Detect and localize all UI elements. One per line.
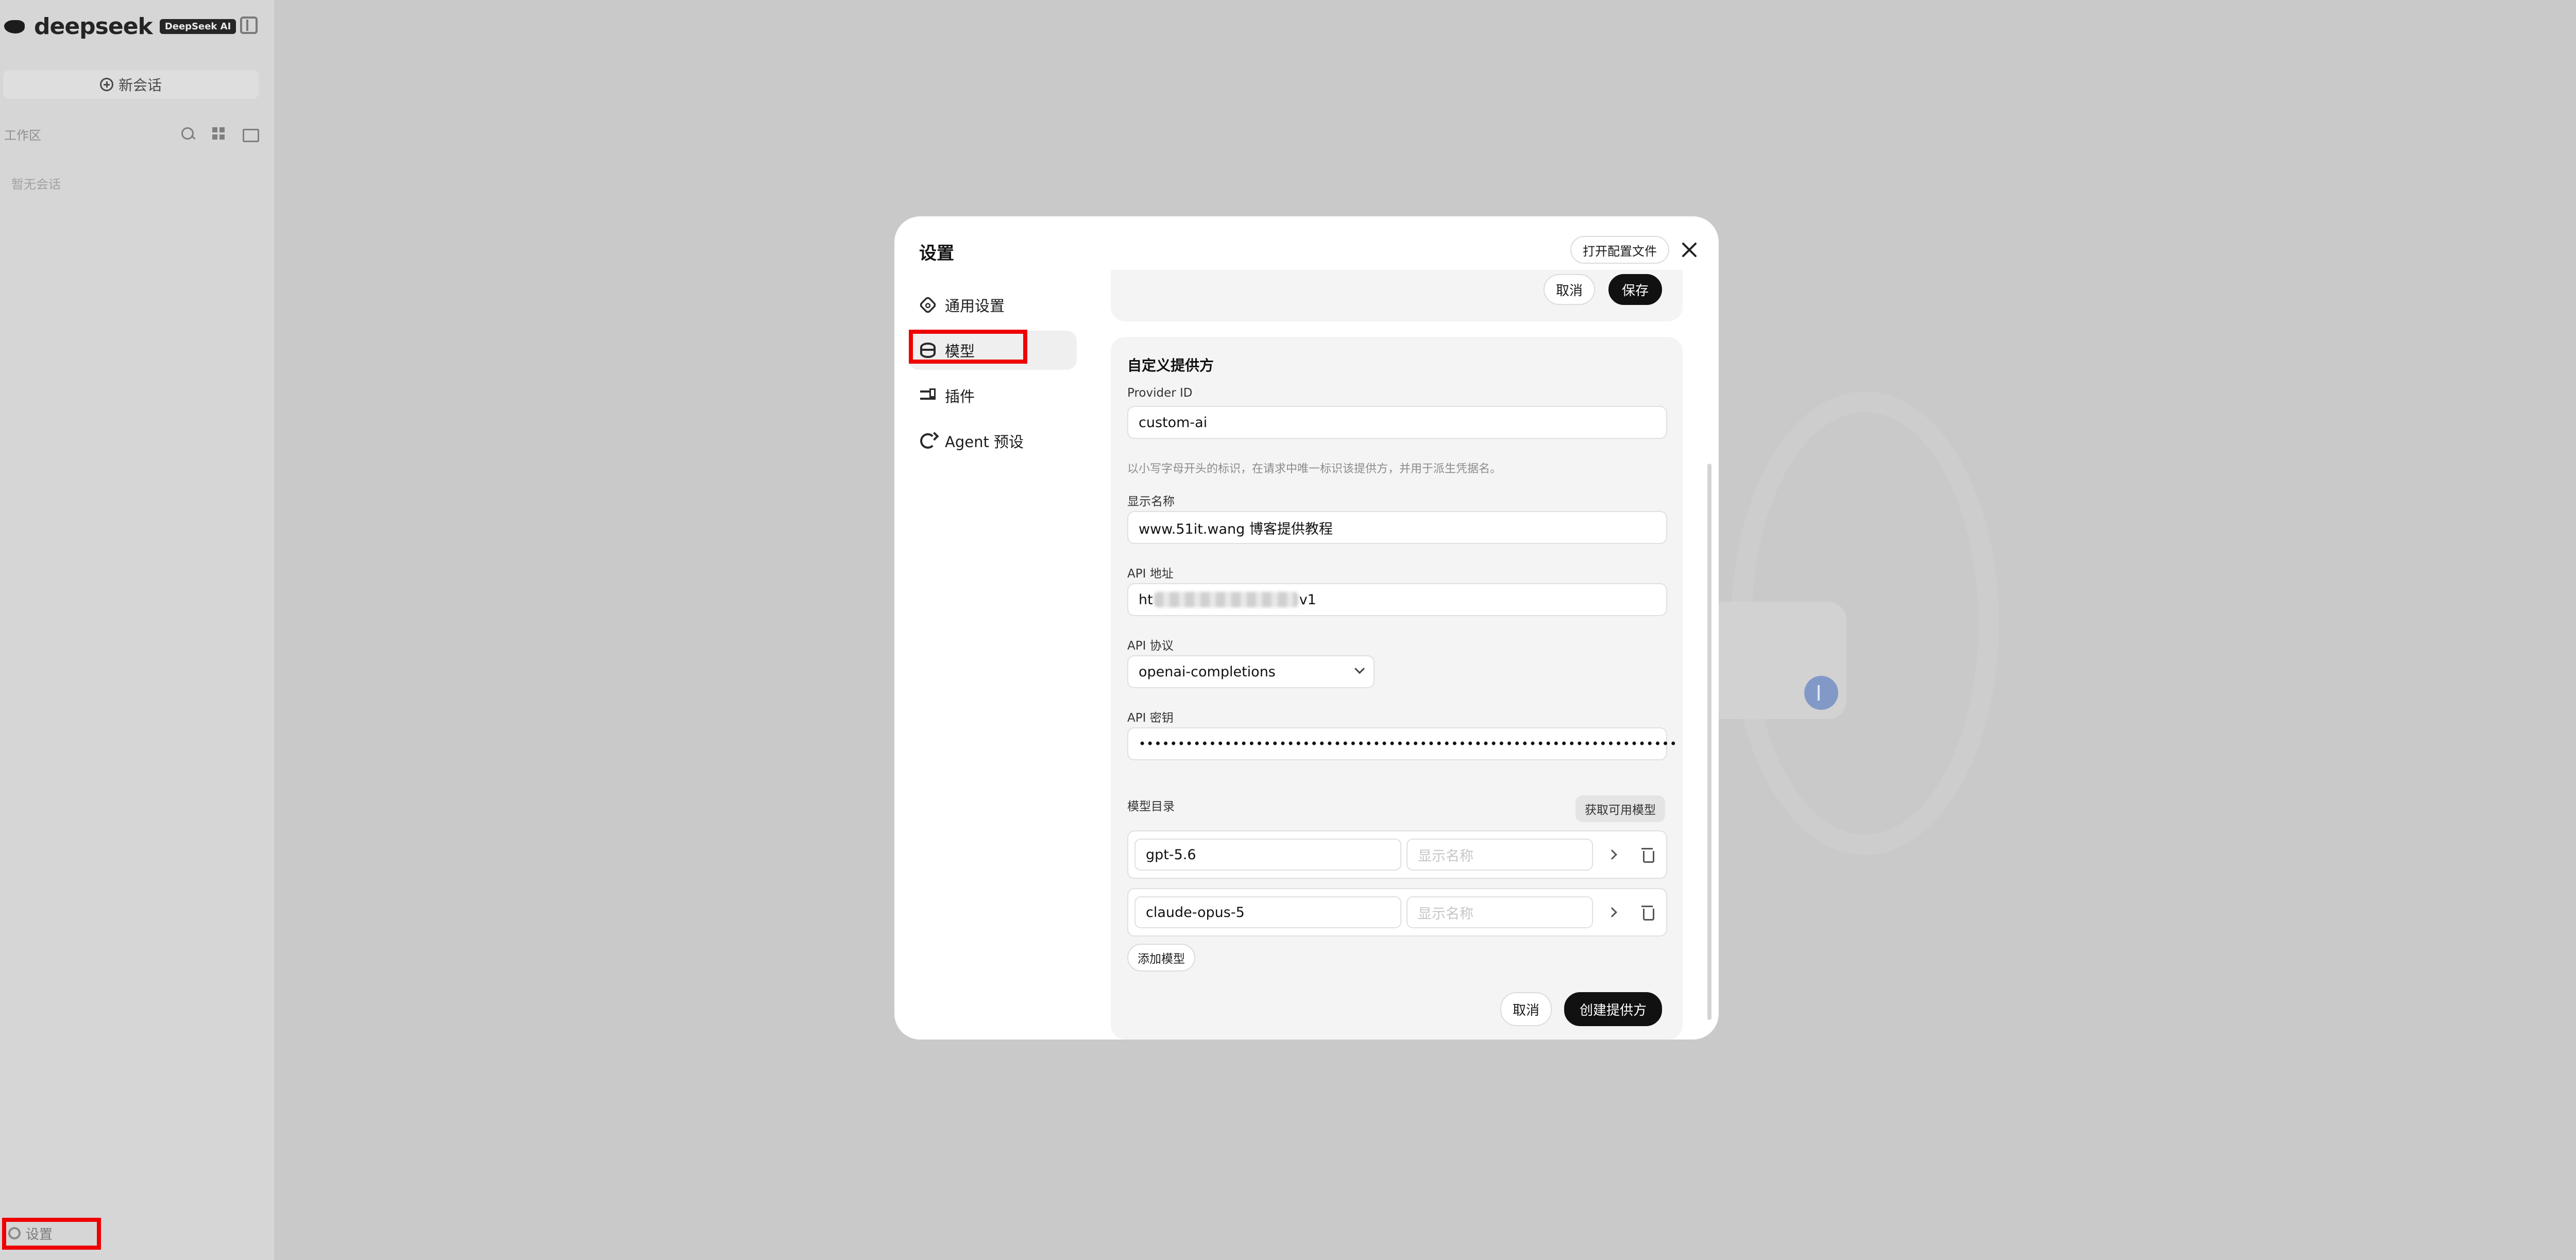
empty-chats-text: 暂无会话 xyxy=(11,177,61,192)
model-row: gpt-5.6 显示名称 xyxy=(1127,830,1667,879)
api-protocol-select[interactable]: openai-completions xyxy=(1127,655,1375,688)
nav-item-plugins[interactable]: 插件 xyxy=(909,376,1077,415)
api-url-input[interactable]: ht v1 xyxy=(1127,583,1667,616)
api-protocol-label: API 协议 xyxy=(1127,639,1174,653)
settings-nav: 通用设置 模型 插件 Agent 预设 xyxy=(909,285,1077,467)
trash-icon[interactable] xyxy=(1641,848,1654,863)
logo-text: deepseek xyxy=(34,13,153,40)
display-name-label: 显示名称 xyxy=(1127,495,1175,508)
new-chat-label: 新会话 xyxy=(118,77,162,94)
api-url-label: API 地址 xyxy=(1127,567,1174,581)
provider-id-label: Provider ID xyxy=(1127,386,1193,400)
grid-icon[interactable] xyxy=(211,126,227,142)
api-protocol-value: openai-completions xyxy=(1139,663,1276,680)
settings-modal: 设置 打开配置文件 通用设置 模型 插件 Agent 预设 取消 保存 自定义提… xyxy=(894,216,1719,1040)
model-id-input[interactable]: gpt-5.6 xyxy=(1134,839,1401,871)
open-config-button[interactable]: 打开配置文件 xyxy=(1570,236,1669,264)
api-key-label: API 密钥 xyxy=(1127,711,1174,725)
custom-provider-card: 自定义提供方 Provider ID custom-ai 以小写字母开头的标识，… xyxy=(1111,337,1683,1040)
create-provider-button[interactable]: 创建提供方 xyxy=(1564,992,1663,1026)
nav-item-agent-presets[interactable]: Agent 预设 xyxy=(909,421,1077,461)
send-icon xyxy=(1804,676,1838,710)
api-key-input[interactable]: ••••••••••••••••••••••••••••••••••••••••… xyxy=(1127,727,1677,760)
chevron-right-icon[interactable] xyxy=(1607,849,1617,860)
chevron-down-icon xyxy=(1354,663,1365,674)
api-url-suffix: v1 xyxy=(1299,591,1316,608)
gear-icon xyxy=(918,295,938,315)
app-sidebar: deepseek DeepSeek AI 新会话 工作区 暂无会话 设置 xyxy=(0,0,274,1260)
settings-content[interactable]: 取消 保存 自定义提供方 Provider ID custom-ai 以小写字母… xyxy=(1111,270,1703,1040)
modal-title: 设置 xyxy=(919,243,954,264)
recycle-icon xyxy=(920,433,936,449)
new-folder-icon[interactable] xyxy=(242,126,259,142)
model-id-input[interactable]: claude-opus-5 xyxy=(1134,896,1401,928)
add-model-button[interactable]: 添加模型 xyxy=(1127,944,1195,972)
trash-icon[interactable] xyxy=(1641,906,1654,921)
logo-badge: DeepSeek AI xyxy=(159,19,236,34)
settings-highlight-box xyxy=(2,1218,101,1250)
chevron-right-icon[interactable] xyxy=(1607,907,1617,917)
app-logo: deepseek DeepSeek AI xyxy=(4,13,236,40)
api-url-prefix: ht xyxy=(1139,591,1153,608)
nav-item-label: 插件 xyxy=(945,388,975,405)
cancel-button[interactable]: 取消 xyxy=(1500,992,1552,1026)
search-icon[interactable] xyxy=(180,126,196,142)
model-catalog-label: 模型目录 xyxy=(1127,800,1175,813)
display-name-input[interactable]: www.51it.wang 博客提供教程 xyxy=(1127,511,1667,544)
sliders-icon xyxy=(920,388,936,403)
model-row: claude-opus-5 显示名称 xyxy=(1127,888,1667,937)
provider-id-hint: 以小写字母开头的标识，在请求中唯一标识该提供方，并用于派生凭据名。 xyxy=(1127,463,1502,475)
plus-circle-icon xyxy=(99,78,113,91)
whale-logo-icon xyxy=(4,18,27,36)
nav-item-general[interactable]: 通用设置 xyxy=(909,285,1077,325)
close-icon[interactable] xyxy=(1681,241,1698,259)
redacted-url-mask xyxy=(1154,592,1298,607)
nav-item-label: Agent 预设 xyxy=(945,433,1024,451)
model-name-input[interactable]: 显示名称 xyxy=(1406,839,1593,871)
scrollbar[interactable] xyxy=(1707,464,1711,1020)
fetch-models-button[interactable]: 获取可用模型 xyxy=(1575,795,1665,822)
sidebar-toggle-icon[interactable] xyxy=(240,16,258,34)
nav-item-label: 通用设置 xyxy=(945,297,1005,315)
cancel-button[interactable]: 取消 xyxy=(1544,274,1596,305)
new-chat-button[interactable]: 新会话 xyxy=(3,70,259,99)
save-button[interactable]: 保存 xyxy=(1608,274,1663,305)
workspace-label: 工作区 xyxy=(4,128,41,143)
models-highlight-box xyxy=(909,330,1027,364)
provider-id-input[interactable]: custom-ai xyxy=(1127,406,1667,439)
previous-provider-card: 取消 保存 xyxy=(1111,270,1683,321)
workspace-header: 工作区 xyxy=(4,124,259,144)
model-name-input[interactable]: 显示名称 xyxy=(1406,896,1593,928)
section-title: 自定义提供方 xyxy=(1127,357,1214,374)
